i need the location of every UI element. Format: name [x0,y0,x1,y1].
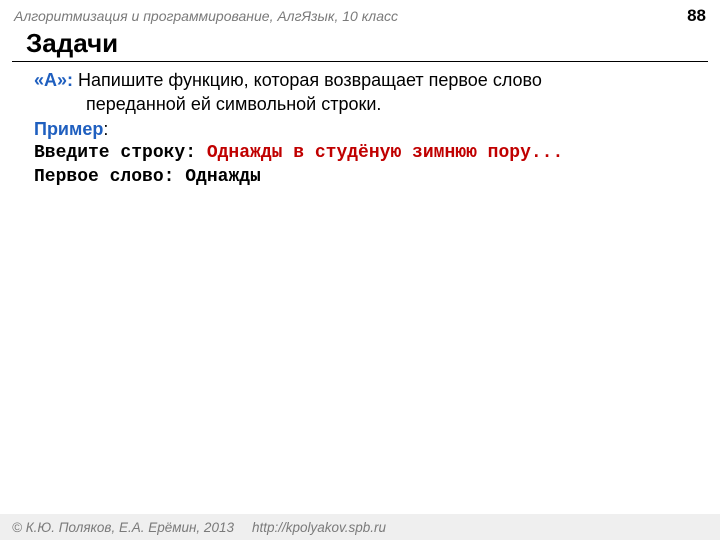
slide-title: Задачи [26,28,706,59]
task-text-1: Напишите функцию, которая возвращает пер… [73,70,542,90]
course-title: Алгоритмизация и программирование, АлгЯз… [14,8,398,24]
footer-copyright: © К.Ю. Поляков, Е.А. Ерёмин, 2013 [12,520,234,535]
example-label-line: Пример: [34,117,702,141]
prompt-1: Введите строку: [34,143,207,163]
slide-footer: © К.Ю. Поляков, Е.А. Ерёмин, 2013 http:/… [0,514,720,540]
example-colon: : [103,119,108,139]
title-wrap: Задачи [0,28,720,61]
example-line-2: Первое слово: Однажды [34,165,702,189]
footer-url: http://kpolyakov.spb.ru [252,520,386,535]
slide-content: «A»: Напишите функцию, которая возвращае… [0,62,720,189]
input-1: Однажды в студёную зимнюю пору... [207,143,563,163]
task-line-1: «A»: Напишите функцию, которая возвращае… [34,68,702,92]
slide-header: Алгоритмизация и программирование, АлгЯз… [0,0,720,26]
page-number: 88 [687,6,706,26]
task-text-2: переданной ей символьной строки. [34,92,702,116]
example-line-1: Введите строку: Однажды в студёную зимню… [34,141,702,165]
prompt-2: Первое слово: [34,167,185,187]
task-label: «A»: [34,70,73,90]
result-2: Однажды [185,167,261,187]
example-label: Пример [34,119,103,139]
